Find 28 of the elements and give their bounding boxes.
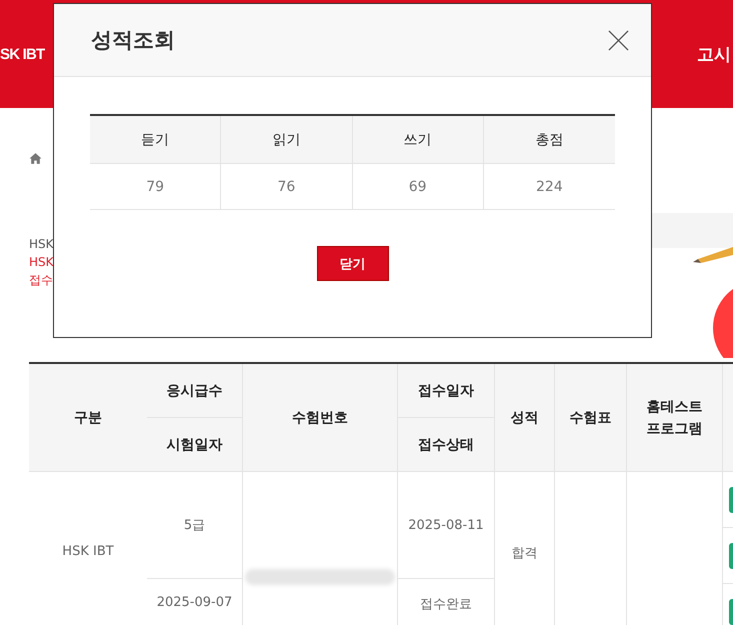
- home-icon[interactable]: [29, 152, 42, 165]
- table-cell: 5급: [147, 472, 243, 579]
- column-header: 시험일자: [147, 418, 243, 472]
- column-header: 듣기: [90, 116, 222, 164]
- brand-name[interactable]: SK IBT: [0, 46, 44, 62]
- column-header: 접수일자: [398, 364, 495, 418]
- score-cell: 69: [352, 164, 484, 210]
- column-header: 응시급수: [147, 364, 243, 418]
- column-header: 쓰기: [352, 116, 484, 164]
- notice-text: HSK: [29, 236, 54, 252]
- column-header: 홈테스트 프로그램: [627, 364, 723, 472]
- column-header: 수험번호: [243, 364, 398, 472]
- score-cell: 224: [484, 164, 615, 210]
- close-icon[interactable]: [608, 30, 629, 50]
- notice-text: HSK: [29, 254, 54, 270]
- dialog-title: 성적조회: [91, 27, 175, 54]
- column-header: 읽기: [221, 116, 352, 164]
- notice-text: 접수: [29, 272, 54, 288]
- nav-menu-item[interactable]: 고시: [697, 42, 731, 66]
- close-button[interactable]: 닫기: [316, 246, 388, 281]
- column-header: 성적: [495, 364, 555, 472]
- score-cell: 79: [90, 164, 222, 210]
- table-cell: 2025-08-11: [398, 472, 495, 579]
- column-header: 수험표: [555, 364, 627, 472]
- column-header: 접수상태: [398, 418, 495, 472]
- column-header: 구분: [29, 364, 147, 472]
- score-cell: 76: [221, 164, 352, 210]
- column-header: 총점: [484, 116, 615, 164]
